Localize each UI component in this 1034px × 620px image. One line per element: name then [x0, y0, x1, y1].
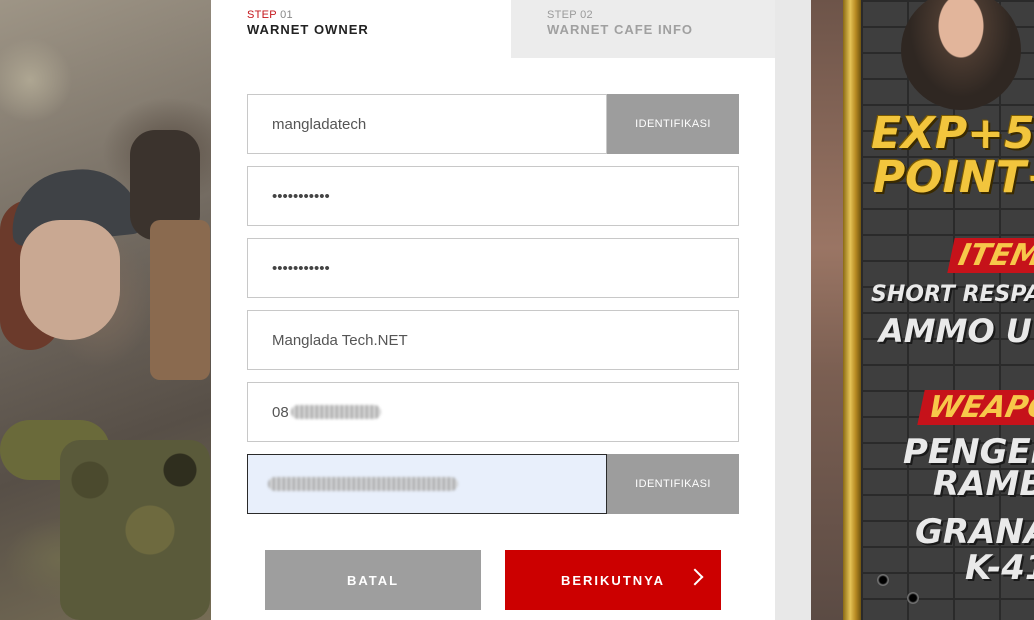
identify-email-label: IDENTIFIKASI: [635, 478, 711, 490]
password-confirm-value: •••••••••••: [272, 259, 330, 277]
email-field[interactable]: [247, 454, 607, 514]
character-face: [20, 220, 120, 340]
step-2-title: WARNET CAFE INFO: [547, 22, 693, 37]
bullet-hole-icon: [877, 574, 889, 586]
promo-banner[interactable]: EXP+5 POINT+ ITEMS SHORT RESPA AMMO U WE…: [811, 0, 1034, 620]
identify-username-button[interactable]: IDENTIFIKASI: [607, 94, 739, 154]
password-field[interactable]: •••••••••••: [247, 166, 739, 226]
promo-ramb: RAMB: [933, 464, 1034, 504]
promo-ammo: AMMO U: [879, 312, 1032, 350]
step-1-label: STEP 01: [247, 9, 511, 21]
banner-character-strip: [811, 0, 843, 620]
step-1-word: STEP: [247, 9, 277, 21]
identify-username-label: IDENTIFIKASI: [635, 118, 711, 130]
password-confirm-field[interactable]: •••••••••••: [247, 238, 739, 298]
tab-step-1[interactable]: STEP 01 WARNET OWNER: [211, 0, 511, 58]
banner-gold-frame: [843, 0, 861, 620]
chevron-right-icon: [686, 568, 704, 586]
promo-weapon: WEAPO: [917, 390, 1034, 425]
username-value: mangladatech: [272, 115, 367, 133]
next-button[interactable]: BERIKUTNYA: [505, 550, 721, 610]
left-character-artwork: [0, 0, 211, 620]
password-value: •••••••••••: [272, 187, 330, 205]
promo-items: ITEMS: [947, 238, 1034, 273]
cancel-button[interactable]: BATAL: [265, 550, 481, 610]
promo-point: POINT+: [873, 152, 1034, 203]
character-camo: [60, 440, 210, 620]
promo-k41: K-41: [965, 548, 1034, 588]
bullet-hole-icon: [907, 592, 919, 604]
cafe-name-value: Manglada Tech.NET: [272, 331, 408, 349]
identify-email-button[interactable]: IDENTIFIKASI: [607, 454, 739, 514]
next-label: BERIKUTNYA: [560, 572, 666, 588]
username-field[interactable]: mangladatech: [247, 94, 607, 154]
phone-field[interactable]: 08: [247, 382, 739, 442]
step-2-word: STEP: [547, 9, 577, 21]
cancel-label: BATAL: [346, 572, 400, 588]
email-redacted: [268, 477, 458, 491]
cafe-name-field[interactable]: Manglada Tech.NET: [247, 310, 739, 370]
step-2-label: STEP 02: [547, 9, 775, 21]
phone-prefix: 08: [272, 403, 289, 421]
phone-redacted: [290, 405, 381, 419]
tab-step-2[interactable]: STEP 02 WARNET CAFE INFO: [511, 0, 775, 58]
promo-short-respawn: SHORT RESPA: [871, 282, 1034, 307]
step-1-number: 01: [280, 9, 293, 21]
step-1-title: WARNET OWNER: [247, 22, 369, 37]
character-sleeve: [150, 220, 210, 380]
step-2-number: 02: [580, 9, 593, 21]
promo-grana: GRANA: [915, 512, 1034, 552]
